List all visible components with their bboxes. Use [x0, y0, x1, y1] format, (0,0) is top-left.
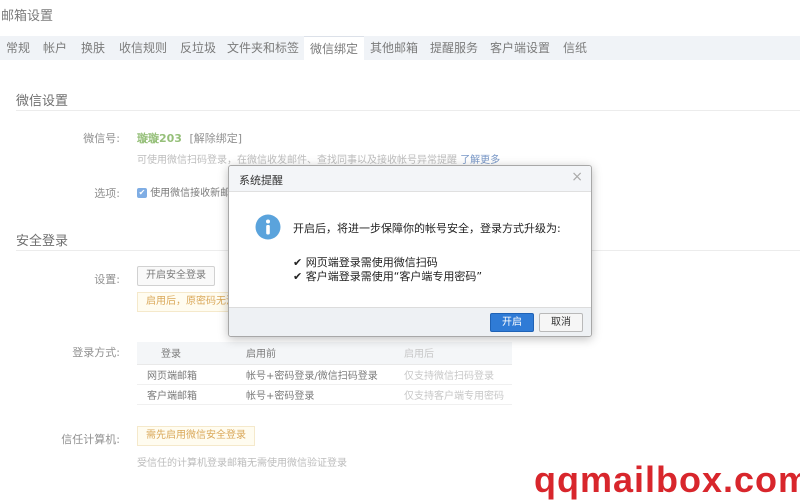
confirm-enable-button[interactable]: 开启 [490, 313, 534, 332]
dialog-title: 系统提醒 [239, 174, 283, 187]
cancel-button[interactable]: 取消 [539, 313, 583, 332]
dialog-footer: 开启 取消 [229, 307, 591, 336]
watermark-text: qqmailbox.com [534, 459, 800, 500]
close-icon[interactable]: × [571, 169, 583, 185]
info-icon [255, 214, 281, 240]
system-reminder-dialog: 系统提醒 × 开启后，将进一步保障你的帐号安全，登录方式升级为: ✔ 网页端登录… [228, 165, 592, 337]
dialog-message: 开启后，将进一步保障你的帐号安全，登录方式升级为: [293, 222, 561, 235]
dialog-item-client: ✔ 客户端登录需使用“客户端专用密码” [293, 270, 483, 283]
dialog-header: 系统提醒 × [229, 166, 591, 192]
